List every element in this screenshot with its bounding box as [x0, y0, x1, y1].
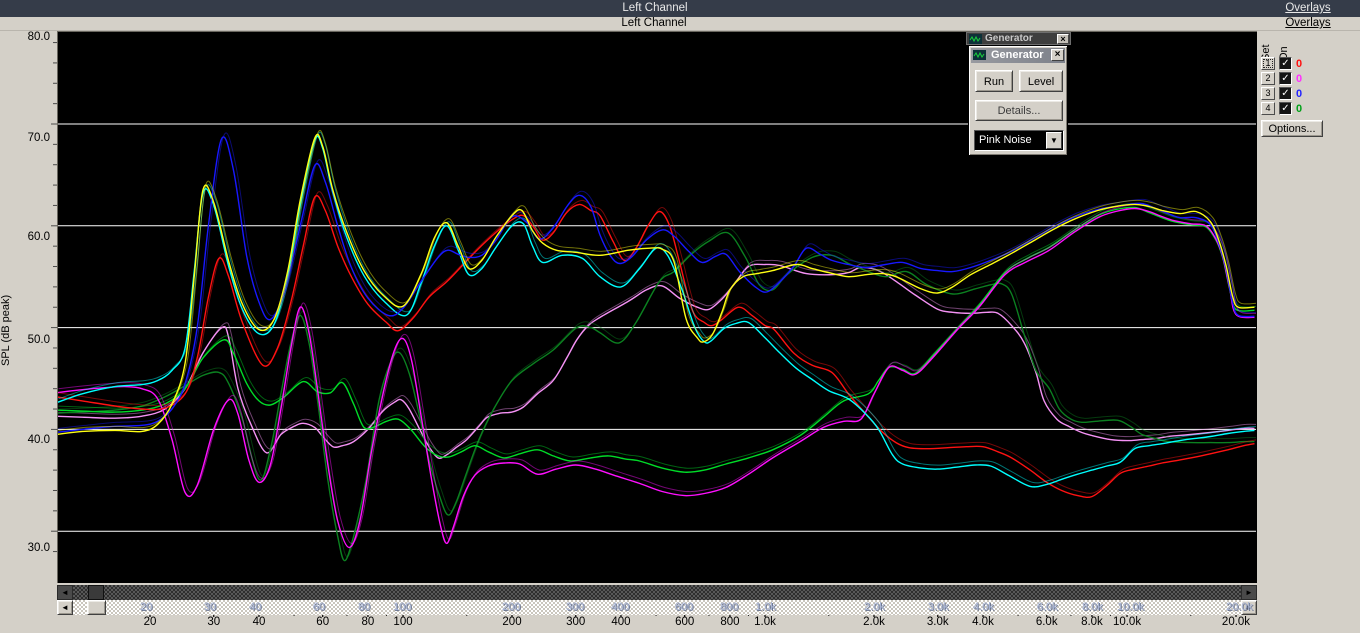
- overlay-value-4: 0: [1296, 103, 1303, 115]
- chevron-down-icon[interactable]: ▼: [1046, 132, 1062, 149]
- x-axis-label-ghost: 200: [502, 601, 521, 613]
- overlay-value-1: 0: [1296, 58, 1303, 70]
- x-axis-label-ghost: 4.0k: [972, 601, 994, 613]
- x-axis-label: 60: [316, 616, 330, 628]
- signal-select-value: Pink Noise: [979, 134, 1032, 146]
- x-axis-label-ghost: 600: [674, 601, 694, 613]
- scroll-right-icon: ►: [1241, 585, 1257, 600]
- x-axis-label: 3.0k: [926, 616, 949, 628]
- level-button[interactable]: Level: [1019, 70, 1063, 92]
- x-axis-label-ghost: 20: [140, 601, 153, 613]
- x-axis-label-ghost: 6.0k: [1036, 601, 1058, 613]
- overlay-value-2: 0: [1296, 73, 1303, 85]
- generator-dialog: Generator × Run Level Details... Pink No…: [968, 45, 1068, 156]
- window-title: Left Channel: [621, 17, 687, 29]
- x-axis-label-ghost: 10.0k: [1117, 601, 1144, 613]
- overlay-on-checkbox-4[interactable]: ✓: [1279, 102, 1292, 115]
- overlay-value-3: 0: [1296, 88, 1303, 100]
- x-axis-label: 20: [143, 616, 157, 628]
- overlay-set-button-3[interactable]: 3: [1261, 87, 1275, 100]
- x-axis-label-ghost: 40: [248, 601, 262, 613]
- window-titlebar: Left Channel Overlays: [0, 17, 1360, 31]
- x-axis-label: 300: [566, 616, 586, 628]
- scroll-left-icon[interactable]: ◄: [57, 600, 73, 615]
- generator-dialog-title: Generator: [991, 49, 1044, 61]
- details-button[interactable]: Details...: [975, 100, 1063, 121]
- signal-select[interactable]: Pink Noise ▼: [974, 130, 1064, 151]
- overlay-on-checkbox-1[interactable]: ✓: [1279, 57, 1292, 70]
- overlays-options-button[interactable]: Options...: [1261, 120, 1323, 137]
- x-axis-label: 600: [675, 616, 695, 628]
- x-axis-label-ghost: 8.0k: [1081, 601, 1103, 613]
- x-axis-label: 1.0k: [754, 616, 776, 628]
- window-title-ghost: Left Channel: [622, 2, 688, 14]
- x-axis-label-ghost: 3.0k: [927, 601, 949, 613]
- x-axis-label: 20.0k: [1221, 616, 1251, 628]
- x-axis-label: 30: [207, 616, 221, 628]
- y-axis-label: 70.0: [27, 132, 50, 144]
- x-axis-label-ghost: 2.0k: [864, 601, 885, 613]
- y-axis-label: 80.0: [27, 31, 50, 43]
- x-axis-label-ghost: 300: [565, 601, 585, 613]
- y-axis-title: SPL (dB peak): [0, 294, 12, 367]
- x-axis-label: 100: [393, 616, 413, 628]
- x-axis-label: 4.0k: [972, 616, 994, 628]
- y-axis-label: 30.0: [27, 542, 50, 554]
- overlay-set-button-1[interactable]: 1: [1261, 57, 1275, 70]
- overlay-set-button-2[interactable]: 2: [1261, 72, 1275, 85]
- x-axis-label: 400: [611, 616, 631, 628]
- scrollbar-thumb-ghost: [88, 585, 104, 600]
- generator-dialog-ghost-titlebar: Generator ×: [966, 32, 1071, 45]
- x-axis-label-ghost: 100: [393, 601, 412, 613]
- x-axis-label: 200: [502, 616, 522, 628]
- x-axis-label-ghost: 80: [357, 601, 371, 613]
- h-scrollbar[interactable]: ◄ ►: [57, 600, 1257, 615]
- generator-waveform-icon: [973, 50, 986, 60]
- x-axis-label-ghost: 20.0k: [1226, 601, 1253, 613]
- spectrum-plot-area: [57, 31, 1257, 583]
- scroll-left-icon: ◄: [57, 585, 73, 600]
- x-axis-label-ghost: 1.0k: [755, 601, 776, 613]
- generator-ghost-title: Generator: [985, 33, 1033, 44]
- run-button[interactable]: Run: [975, 70, 1013, 92]
- x-axis-label: 6.0k: [1035, 616, 1058, 628]
- app-window: Left Channel Overlays Left Channel Overl…: [0, 0, 1360, 633]
- x-axis-label: 10.0k: [1112, 616, 1142, 628]
- x-axis-label-ghost: 30: [203, 601, 216, 613]
- x-axis-label-ghost: 400: [610, 601, 630, 613]
- x-axis-label: 2.0k: [863, 616, 885, 628]
- y-axis-label: 40.0: [27, 434, 50, 446]
- overlays-title-ghost: Overlays: [1285, 2, 1331, 14]
- h-scrollbar-ghost: ◄ ►: [57, 585, 1257, 600]
- overlay-on-checkbox-3[interactable]: ✓: [1279, 87, 1292, 100]
- overlay-set-button-4[interactable]: 4: [1261, 102, 1275, 115]
- overlay-on-checkbox-2[interactable]: ✓: [1279, 72, 1292, 85]
- close-icon[interactable]: ×: [1051, 49, 1064, 61]
- generator-waveform-icon: [969, 34, 982, 44]
- x-axis-label-ghost: 800: [719, 601, 739, 613]
- x-axis-label-ghost: 60: [312, 601, 325, 613]
- window-titlebar-ghost: Left Channel Overlays: [0, 0, 1360, 17]
- generator-dialog-titlebar[interactable]: Generator ×: [971, 48, 1065, 63]
- overlays-panel: Set On 1 ✓ 0 2 ✓ 0 3 ✓ 0 4 ✓ 0: [1257, 31, 1360, 583]
- x-axis-label: 40: [252, 616, 266, 628]
- close-icon[interactable]: ×: [1057, 34, 1069, 44]
- overlays-panel-title: Overlays: [1285, 17, 1331, 29]
- scrollbar-thumb[interactable]: [87, 600, 106, 615]
